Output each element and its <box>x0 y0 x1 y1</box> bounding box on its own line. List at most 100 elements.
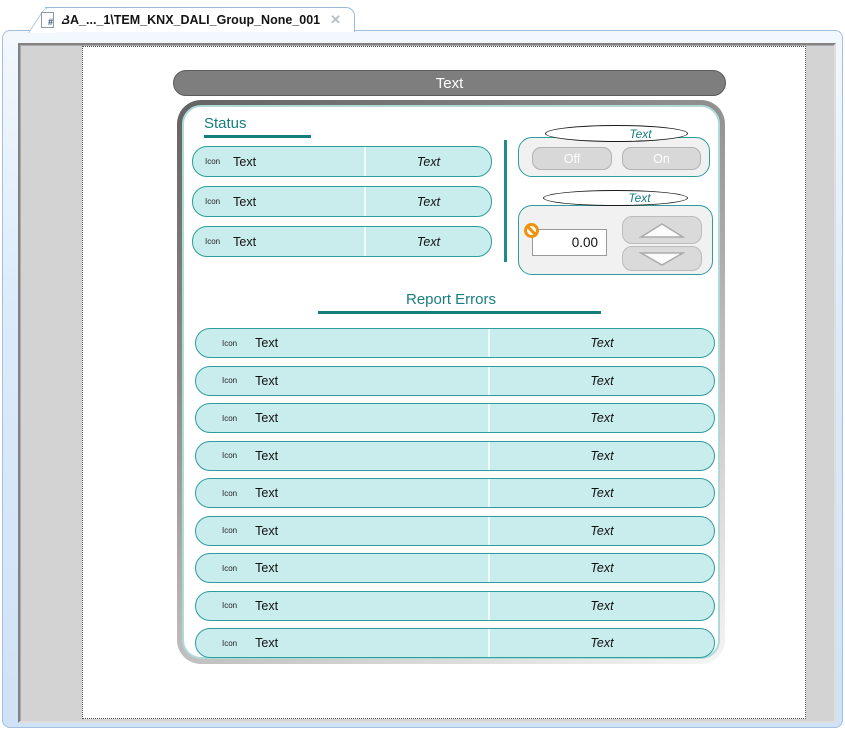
no-entry-icon <box>524 223 539 238</box>
row-right-section: Text <box>490 517 714 545</box>
row-label: Text <box>255 599 278 613</box>
status-pill-row: Icon Text Text <box>192 226 492 257</box>
row-value: Text <box>590 636 613 650</box>
down-arrow-icon <box>639 251 685 267</box>
row-label: Text <box>255 449 278 463</box>
row-right-section: Text <box>490 404 714 432</box>
status-section-title: Status <box>204 115 247 132</box>
row-right-section: Text <box>490 367 714 395</box>
value-group-label-text: Text <box>628 191 650 205</box>
report-errors-underline <box>318 311 601 314</box>
row-label: Text <box>255 486 278 500</box>
row-icon-placeholder: Icon <box>205 197 220 206</box>
faceplate-panel-inner: Status Icon Text Text Icon Text Text Ico… <box>182 105 720 659</box>
up-arrow-icon <box>639 222 685 239</box>
row-icon-placeholder: Icon <box>222 564 237 573</box>
row-left-section: Icon Text <box>196 329 490 357</box>
row-label: Text <box>233 155 256 169</box>
value-group <box>518 205 713 275</box>
row-value: Text <box>590 524 613 538</box>
row-icon-placeholder: Icon <box>222 451 237 460</box>
row-left-section: Icon Text <box>193 187 366 216</box>
switch-group-label: Text <box>545 125 688 142</box>
row-icon-placeholder: Icon <box>222 376 237 385</box>
row-label: Text <box>255 561 278 575</box>
row-icon-placeholder: Icon <box>222 414 237 423</box>
editor-workspace: Text Status Icon Text Text Icon Text Tex… <box>18 43 836 723</box>
row-left-section: Icon Text <box>196 367 490 395</box>
row-right-section: Text <box>366 187 491 216</box>
row-left-section: Icon Text <box>196 629 490 657</box>
row-label: Text <box>233 235 256 249</box>
row-left-section: Icon Text <box>196 517 490 545</box>
row-left-section: Icon Text <box>196 404 490 432</box>
row-icon-placeholder: Icon <box>205 157 220 166</box>
row-icon-placeholder: Icon <box>222 639 237 648</box>
row-right-section: Text <box>490 554 714 582</box>
row-label: Text <box>255 636 278 650</box>
section-divider <box>504 140 507 262</box>
row-icon-placeholder: Icon <box>222 339 237 348</box>
row-left-section: Icon Text <box>196 442 490 470</box>
row-value: Text <box>417 235 440 249</box>
document-frame: Text Status Icon Text Text Icon Text Tex… <box>2 30 843 728</box>
row-right-section: Text <box>490 479 714 507</box>
faceplate-panel: Status Icon Text Text Icon Text Text Ico… <box>177 100 725 664</box>
row-right-section: Text <box>366 227 491 256</box>
status-pill-row: Icon Text Text <box>195 441 715 471</box>
row-icon-placeholder: Icon <box>205 237 220 246</box>
row-right-section: Text <box>490 629 714 657</box>
faceplate-title-bar: Text <box>173 70 726 96</box>
status-pill-row: Icon Text Text <box>195 478 715 508</box>
value-group-label: Text <box>543 190 688 206</box>
status-pill-row: Icon Text Text <box>192 186 492 217</box>
row-value: Text <box>590 486 613 500</box>
row-icon-placeholder: Icon <box>222 601 237 610</box>
row-label: Text <box>255 524 278 538</box>
row-right-section: Text <box>490 329 714 357</box>
document-tab[interactable]: # BA_..._1\TEM_KNX_DALI_Group_None_001 ✕ <box>45 7 355 32</box>
status-pill-row: Icon Text Text <box>195 328 715 358</box>
row-label: Text <box>255 374 278 388</box>
value-input[interactable] <box>532 229 607 256</box>
report-error-row-list: Icon Text Text Icon Text Text Icon Text … <box>195 328 715 658</box>
row-label: Text <box>255 411 278 425</box>
status-pill-row: Icon Text Text <box>192 146 492 177</box>
row-value: Text <box>590 561 613 575</box>
row-label: Text <box>255 336 278 350</box>
on-button[interactable]: On <box>622 147 701 170</box>
row-right-section: Text <box>490 442 714 470</box>
row-value: Text <box>590 336 613 350</box>
switch-group-label-text: Text <box>629 127 651 141</box>
row-left-section: Icon Text <box>196 554 490 582</box>
tab-bar: # BA_..._1\TEM_KNX_DALI_Group_None_001 ✕ <box>0 0 845 31</box>
row-value: Text <box>590 374 613 388</box>
off-button[interactable]: Off <box>532 147 612 170</box>
row-value: Text <box>590 411 613 425</box>
switch-group: Off On <box>518 137 710 177</box>
row-left-section: Icon Text <box>193 147 366 176</box>
status-row-list: Icon Text Text Icon Text Text Icon Text … <box>192 146 492 257</box>
status-pill-row: Icon Text Text <box>195 553 715 583</box>
row-right-section: Text <box>490 592 714 620</box>
row-value: Text <box>590 449 613 463</box>
row-value: Text <box>417 195 440 209</box>
status-pill-row: Icon Text Text <box>195 403 715 433</box>
status-underline <box>204 135 311 138</box>
row-left-section: Icon Text <box>196 479 490 507</box>
row-right-section: Text <box>366 147 491 176</box>
document-hash-icon: # <box>41 12 54 28</box>
row-value: Text <box>417 155 440 169</box>
row-icon-placeholder: Icon <box>222 489 237 498</box>
row-left-section: Icon Text <box>196 592 490 620</box>
status-pill-row: Icon Text Text <box>195 516 715 546</box>
status-pill-row: Icon Text Text <box>195 591 715 621</box>
faceplate-title-text: Text <box>436 75 464 92</box>
design-canvas[interactable]: Text Status Icon Text Text Icon Text Tex… <box>82 46 806 719</box>
status-pill-row: Icon Text Text <box>195 628 715 658</box>
decrement-button[interactable] <box>622 246 702 271</box>
row-value: Text <box>590 599 613 613</box>
row-label: Text <box>233 195 256 209</box>
increment-button[interactable] <box>622 216 702 244</box>
tab-close-icon[interactable]: ✕ <box>330 12 341 28</box>
